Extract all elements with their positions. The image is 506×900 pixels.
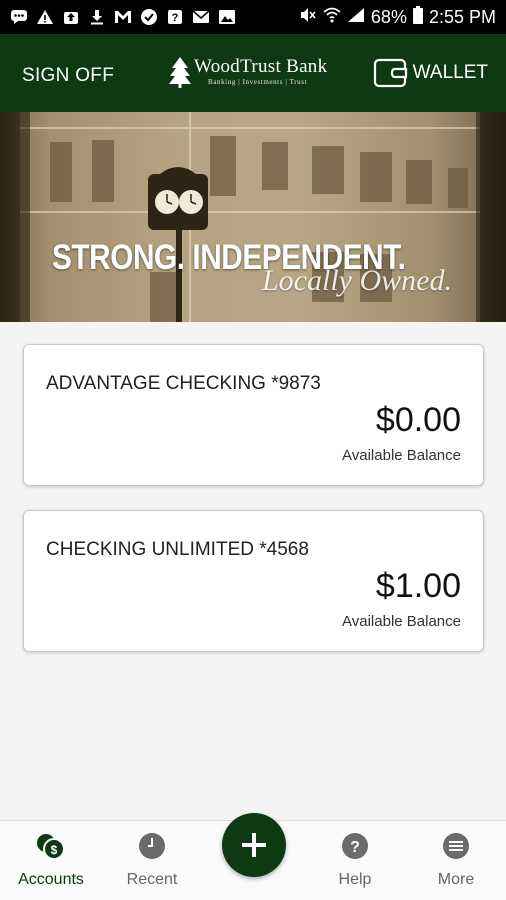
brand-logo: WoodTrust Bank Banking | Investments | T… [168, 56, 327, 88]
wallet-label: WALLET [412, 62, 488, 83]
banner-tagline: Locally Owned. [262, 264, 452, 297]
system-status: 68% 2:55 PM [299, 6, 496, 28]
wallet-button[interactable]: WALLET [373, 56, 488, 90]
battery-percent: 68% [370, 6, 407, 27]
brand-tagline: Banking | Investments | Trust [208, 78, 308, 86]
account-card[interactable]: CHECKING UNLIMITED *4568 $1.00 Available… [23, 510, 484, 652]
warning-icon [36, 8, 54, 26]
svg-text:?: ? [172, 12, 179, 24]
help-icon: ? [342, 833, 368, 859]
nav-help[interactable]: ? Help [305, 821, 405, 900]
hero-banner: STRONG. INDEPENDENT. Locally Owned. [0, 112, 506, 322]
download-icon [88, 8, 106, 26]
app-header: SIGN OFF WoodTrust Bank Banking | Invest… [0, 34, 506, 112]
check-icon [140, 8, 158, 26]
svg-text:$: $ [51, 843, 58, 857]
nav-label: Accounts [18, 871, 84, 888]
sign-off-button[interactable]: SIGN OFF [22, 65, 114, 87]
battery-icon [412, 6, 423, 28]
account-balance: $1.00 [375, 567, 461, 605]
account-card[interactable]: ADVANTAGE CHECKING *9873 $0.00 Available… [23, 344, 484, 486]
gmail-icon [114, 8, 132, 26]
brand-name: WoodTrust Bank [194, 56, 328, 77]
balance-caption: Available Balance [342, 613, 461, 630]
signal-icon [347, 7, 365, 27]
mute-icon [299, 7, 317, 27]
more-icon [443, 833, 469, 859]
clock-time: 2:55 PM [428, 6, 496, 27]
svg-text:?: ? [350, 839, 360, 856]
plus-icon [242, 833, 266, 857]
status-bar: ? 68% 2:55 PM [0, 0, 506, 34]
image-icon [218, 8, 236, 26]
wifi-icon [323, 7, 341, 27]
nav-label: Help [338, 871, 372, 888]
account-name: CHECKING UNLIMITED *4568 [46, 539, 309, 560]
nav-recent[interactable]: Recent [102, 821, 202, 900]
nav-more[interactable]: More [406, 821, 506, 900]
clock-icon [139, 833, 165, 859]
account-name: ADVANTAGE CHECKING *9873 [46, 373, 321, 394]
accounts-icon: $ [37, 834, 65, 860]
nav-accounts[interactable]: $ Accounts [1, 821, 101, 900]
add-button[interactable] [222, 813, 286, 877]
wallet-icon [373, 58, 407, 88]
nav-label: Recent [126, 871, 178, 888]
unknown-app-icon: ? [166, 8, 184, 26]
account-balance: $0.00 [375, 401, 461, 439]
upload-icon [62, 8, 80, 26]
chat-icon [10, 8, 28, 26]
nav-label: More [437, 871, 475, 888]
tree-icon [169, 57, 191, 88]
balance-caption: Available Balance [342, 447, 461, 464]
mail-icon [192, 8, 210, 26]
notification-icons: ? [10, 8, 236, 26]
